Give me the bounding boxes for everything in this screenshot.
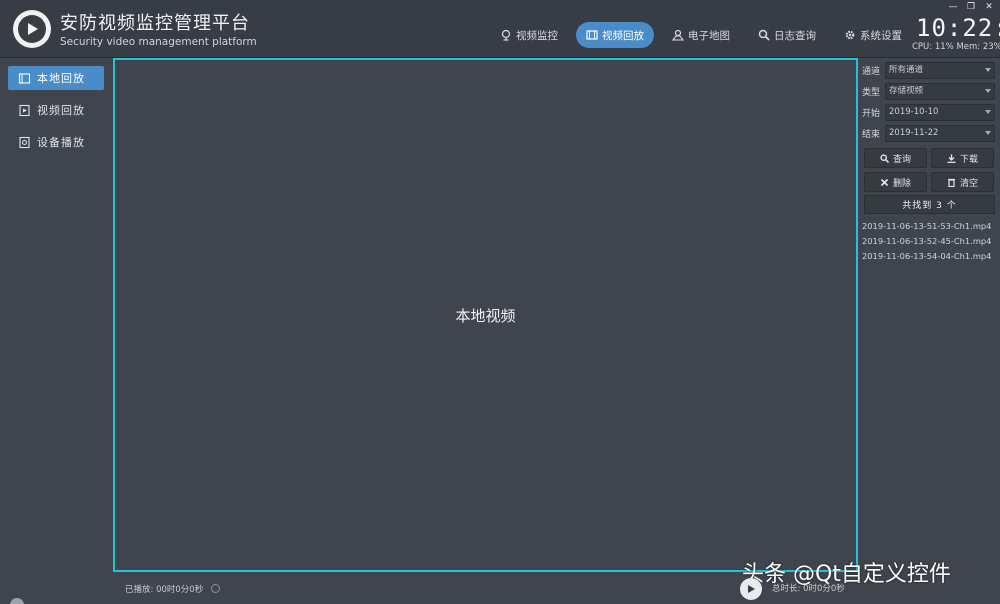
film-icon [586,30,598,40]
type-value: 存储视频 [889,85,924,96]
download-label: 下载 [959,154,978,165]
channel-value: 所有通道 [889,64,924,75]
download-icon [947,154,956,163]
clear-button[interactable]: 清空 [931,172,994,192]
sidebar: 本地回放 视频回放 设备播放 [0,59,110,604]
nav-video-monitor[interactable]: 视频监控 [490,22,568,48]
main-nav: 视频监控 视频回放 电子地图 日志查询 系统设置 [490,22,920,48]
restore-icon[interactable]: ❐ [966,2,976,12]
minimize-icon[interactable]: — [948,2,958,12]
list-item[interactable]: 2019-11-06-13-54-04-Ch1.mp4 [862,249,1000,264]
result-count: 共找到 3 个 [864,195,995,214]
app-logo [13,10,51,48]
trash-icon [947,178,955,187]
video-label: 本地视频 [455,306,516,325]
end-label: 结束 [862,129,881,140]
type-label: 类型 [862,87,881,98]
played-time: 已播放: 00时0分0秒 [125,585,204,595]
channel-select[interactable]: 所有通道 [885,61,995,79]
video-file-icon [19,104,30,116]
nav-label: 电子地图 [688,29,730,42]
file-list: 2019-11-06-13-51-53-Ch1.mp4 2019-11-06-1… [862,219,1000,264]
nav-system-settings[interactable]: 系统设置 [834,22,912,48]
video-viewport[interactable]: 本地视频 [113,58,858,572]
system-usage: CPU: 11% Mem: 23% [912,42,1000,52]
search-icon [880,153,889,163]
nav-video-playback[interactable]: 视频回放 [576,22,654,48]
query-label: 查询 [892,154,911,165]
type-select[interactable]: 存储视频 [885,82,995,100]
total-duration: 总时长: 0时0分0秒 [772,584,845,594]
device-icon [19,136,30,148]
start-label: 开始 [862,108,881,119]
nav-label: 日志查询 [774,29,816,42]
nav-electronic-map[interactable]: 电子地图 [662,22,740,48]
chevron-down-icon [985,109,991,114]
sidebar-item-local-playback[interactable]: 本地回放 [8,66,104,90]
list-item[interactable]: 2019-11-06-13-51-53-Ch1.mp4 [862,219,1000,234]
end-row: 结束 2019-11-22 [862,124,996,142]
window-controls: — ❐ ✕ [948,2,994,12]
map-icon [672,29,684,41]
nav-label: 视频监控 [516,29,558,42]
start-row: 开始 2019-10-10 [862,103,996,121]
chevron-down-icon [985,88,991,93]
sidebar-item-video-playback[interactable]: 视频回放 [8,98,104,122]
start-date-input[interactable]: 2019-10-10 [885,103,995,121]
end-value: 2019-11-22 [889,127,939,138]
progress-slider[interactable] [211,584,220,593]
sidebar-item-label: 本地回放 [37,72,85,85]
download-button[interactable]: 下载 [931,148,994,168]
start-value: 2019-10-10 [889,106,939,117]
clear-label: 清空 [959,178,978,189]
search-icon [758,29,770,41]
clock-display: 10:22:47 [916,14,1000,42]
delete-button[interactable]: 删除 [864,172,927,192]
sidebar-item-label: 视频回放 [37,104,85,117]
nav-label: 系统设置 [860,29,902,42]
delete-label: 删除 [892,178,911,189]
app-title: 安防视频监控管理平台 [60,13,250,34]
title-bar: 安防视频监控管理平台 Security video management pla… [0,0,1000,58]
play-button[interactable] [740,578,762,600]
chevron-down-icon [985,130,991,135]
channel-label: 通道 [862,66,881,77]
camera-icon [501,29,511,41]
close-icon[interactable]: ✕ [984,2,994,12]
nav-log-query[interactable]: 日志查询 [748,22,826,48]
play-icon [748,585,755,593]
play-logo-icon [28,23,38,35]
close-icon [880,178,889,186]
gear-icon [845,30,855,40]
end-date-input[interactable]: 2019-11-22 [885,124,995,142]
nav-label: 视频回放 [602,29,644,42]
search-panel: 通道 所有通道 类型 存储视频 开始 2019-10-10 结束 2019-11… [862,59,1000,604]
sidebar-item-device-play[interactable]: 设备播放 [8,130,104,154]
app-window: 安防视频监控管理平台 Security video management pla… [0,0,1000,604]
chevron-down-icon [985,67,991,72]
sidebar-item-label: 设备播放 [37,136,85,149]
query-button[interactable]: 查询 [864,148,927,168]
list-item[interactable]: 2019-11-06-13-52-45-Ch1.mp4 [862,234,1000,249]
app-subtitle: Security video management platform [60,36,257,48]
local-video-icon [18,72,31,84]
channel-row: 通道 所有通道 [862,61,996,79]
type-row: 类型 存储视频 [862,82,996,100]
